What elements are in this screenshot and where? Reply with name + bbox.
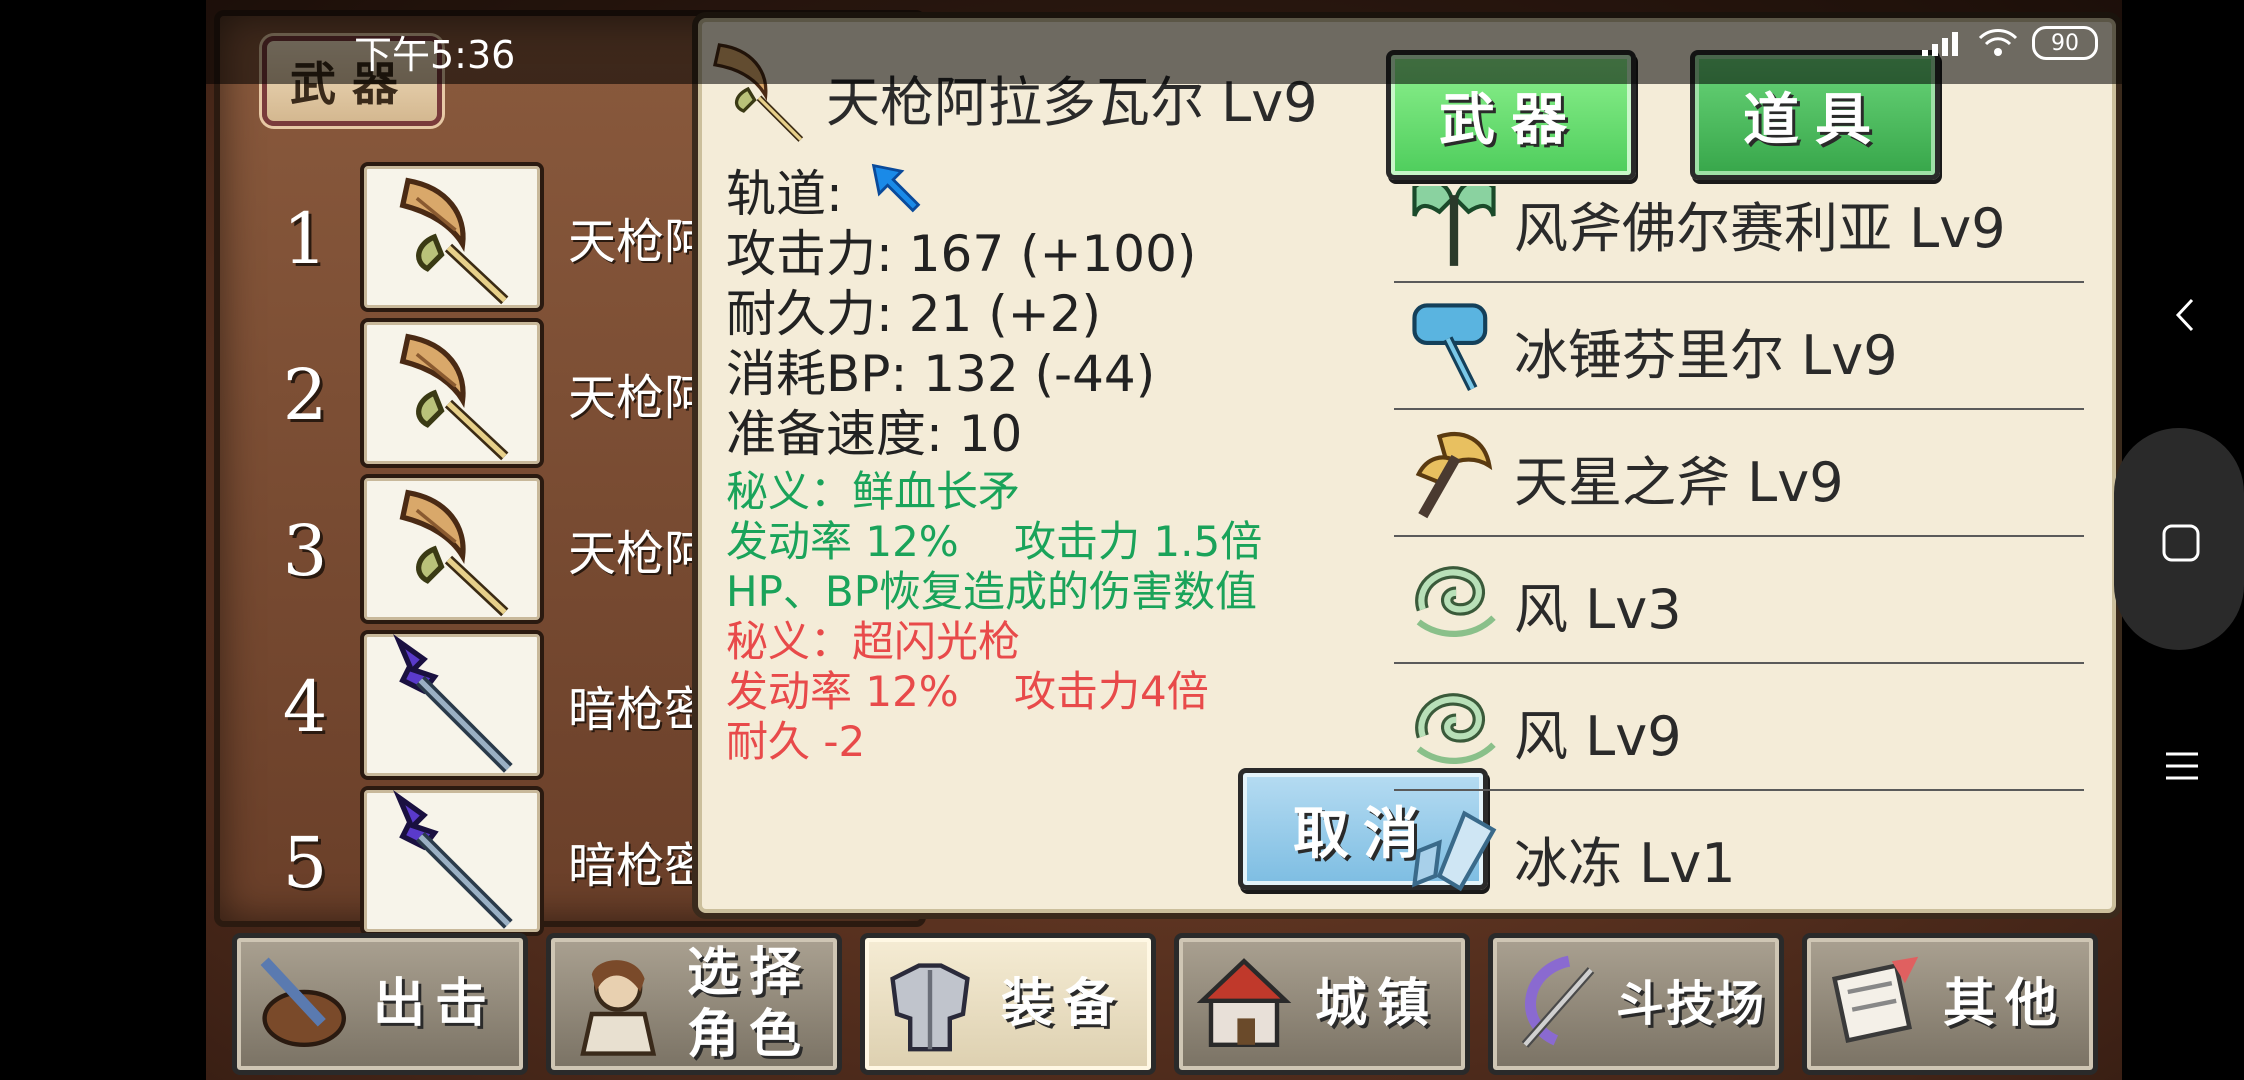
character-icon: [580, 960, 657, 1056]
back-icon[interactable]: [2160, 290, 2210, 340]
slot-number: 3: [282, 510, 328, 592]
armor-icon: [890, 963, 970, 1052]
golden-spear-icon: [704, 34, 814, 144]
slot-number: 2: [282, 354, 328, 436]
golden-spear-icon: [360, 318, 544, 468]
menu-character-button[interactable]: 选择角色: [546, 933, 842, 1075]
tab-weapon[interactable]: 武器: [1386, 50, 1636, 180]
menu-label: 其他: [1942, 974, 2067, 1034]
inventory-item[interactable]: 风 Lv9: [1394, 662, 2084, 791]
menu-label: 城镇: [1314, 974, 1439, 1034]
inventory-item-name: 天星之斧 Lv9: [1514, 451, 1844, 514]
slot-number: 1: [282, 198, 328, 280]
menu-town-button[interactable]: 城镇: [1174, 933, 1470, 1075]
tab-item[interactable]: 道具: [1690, 50, 1940, 180]
inventory-item[interactable]: 风 Lv3: [1394, 535, 2084, 664]
slot-number: 5: [282, 822, 328, 904]
inventory-item-name: 风 Lv3: [1514, 578, 1682, 641]
inventory-list[interactable]: 风斧佛尔赛利亚 Lv9 冰锤芬里尔 Lv9 天星之斧 Lv9 风 Lv3 风 L…: [1394, 186, 2084, 900]
menu-equipment-button[interactable]: 装备: [860, 933, 1156, 1075]
golden-spear-icon: [360, 474, 544, 624]
ice-hammer-icon: [1412, 303, 1488, 392]
arena-icon: [1521, 955, 1595, 1048]
slot-weapon-name: 天枪阿: [568, 370, 713, 426]
dark-spear-icon: [360, 786, 544, 936]
menu-sortie-button[interactable]: 出击: [232, 933, 528, 1075]
menu-label: 装备: [1000, 974, 1125, 1034]
ice-crystal-icon: [1411, 810, 1497, 892]
slot-weapon-name: 暗枪密: [568, 838, 713, 894]
golden-spear-icon: [360, 162, 544, 312]
menu-label: 出击: [372, 974, 497, 1034]
menu-other-button[interactable]: 其他: [1802, 933, 2098, 1075]
inventory-item-name: 风 Lv9: [1514, 705, 1682, 768]
inventory-item[interactable]: 天星之斧 Lv9: [1394, 408, 2084, 537]
inventory-item[interactable]: 冰冻 Lv1: [1394, 789, 2084, 900]
slot-weapon-name: 天枪阿: [568, 214, 713, 270]
slot-weapon-name: 天枪阿: [568, 526, 713, 582]
town-icon: [1196, 958, 1292, 1047]
menu-label: 斗技场: [1615, 976, 1766, 1032]
weapon-title: 天枪阿拉多瓦尔 Lv9: [826, 71, 1318, 134]
home-icon[interactable]: [2158, 520, 2204, 566]
menu-arena-button[interactable]: 斗技场: [1488, 933, 1784, 1075]
inventory-item-name: 冰锤芬里尔 Lv9: [1514, 324, 1898, 387]
slot-number: 4: [282, 666, 328, 748]
dark-spear-icon: [360, 630, 544, 780]
weapon-detail-panel: 天枪阿拉多瓦尔 Lv9 轨道: 攻击力: 167 (+100) 耐久力: 21 …: [692, 12, 2122, 919]
game-screen: 武器 1 天枪阿 2 天枪阿 3 天枪阿 4 暗枪密 5 暗枪密 天枪阿拉多瓦尔…: [206, 0, 2122, 1080]
wind-axe-icon: [1412, 186, 1496, 266]
wind-icon: [1415, 566, 1496, 637]
menu-label: 选择角色: [686, 943, 811, 1065]
scroll-icon: [1831, 956, 1919, 1044]
wind-icon: [1415, 693, 1496, 764]
sortie-icon: [260, 957, 346, 1047]
slot-panel-title: 武器: [262, 36, 442, 126]
bottom-menu: 出击 选择角色 装备 城镇 斗技场 其他: [206, 925, 2122, 1080]
skill2-effect: 耐久 -2: [726, 717, 866, 766]
inventory-item[interactable]: 风斧佛尔赛利亚 Lv9: [1394, 186, 2084, 283]
prep-speed-stat: 准备速度: 10: [726, 405, 1023, 463]
star-axe-icon: [1415, 432, 1493, 519]
slot-weapon-name: 暗枪密: [568, 682, 713, 738]
inventory-item-name: 冰冻 Lv1: [1514, 832, 1736, 895]
inventory-item-name: 风斧佛尔赛利亚 Lv9: [1514, 197, 2006, 260]
inventory-item[interactable]: 冰锤芬里尔 Lv9: [1394, 281, 2084, 410]
orbit-arrow-icon: [871, 163, 921, 213]
menu-icon[interactable]: [2160, 746, 2204, 786]
